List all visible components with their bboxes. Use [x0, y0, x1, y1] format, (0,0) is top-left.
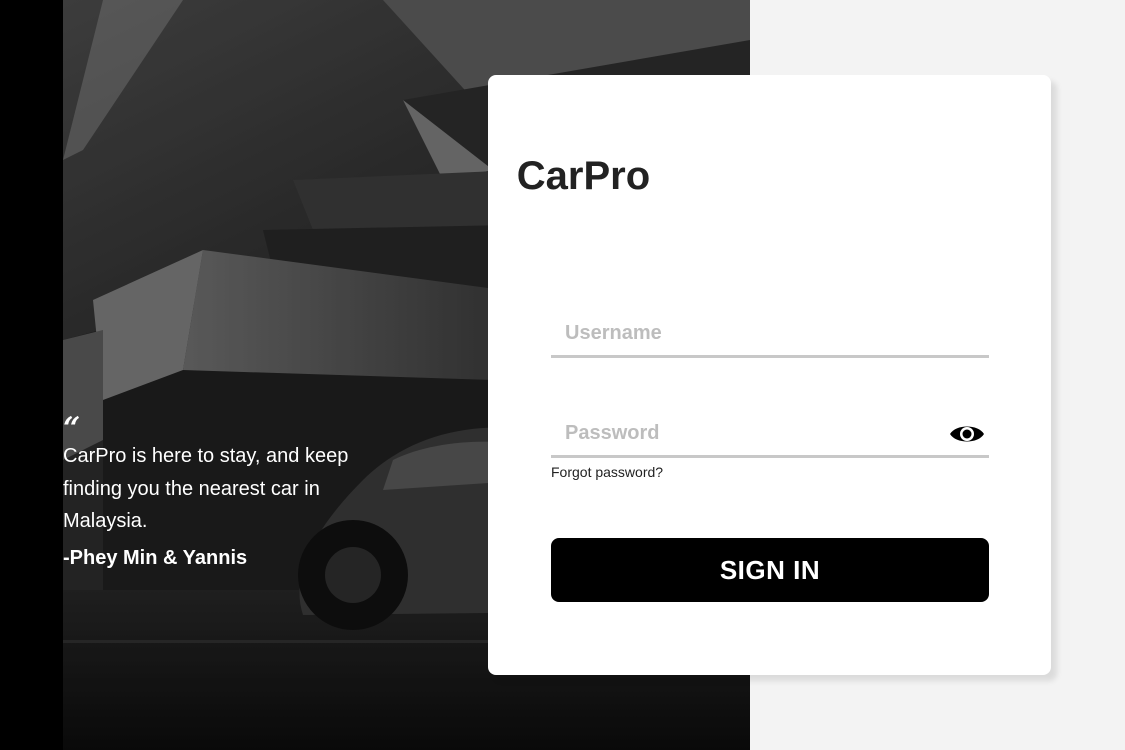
quote-mark-icon: “: [63, 411, 81, 446]
testimonial-text: CarPro is here to stay, and keep finding…: [63, 445, 349, 532]
password-input[interactable]: [551, 411, 945, 455]
left-edge-strip: [0, 0, 63, 750]
login-page: “ CarPro is here to stay, and keep findi…: [0, 0, 1125, 750]
forgot-password-link[interactable]: Forgot password?: [551, 464, 663, 480]
testimonial-author: -Phey Min & Yannis: [63, 546, 248, 569]
eye-icon[interactable]: [949, 421, 985, 447]
username-input[interactable]: [551, 311, 945, 355]
testimonial: “ CarPro is here to stay, and keep findi…: [63, 414, 393, 571]
brand-title: CarPro: [516, 154, 651, 198]
username-field: [551, 311, 989, 358]
password-field: [551, 411, 989, 458]
sign-in-button[interactable]: SIGN IN: [551, 538, 989, 602]
